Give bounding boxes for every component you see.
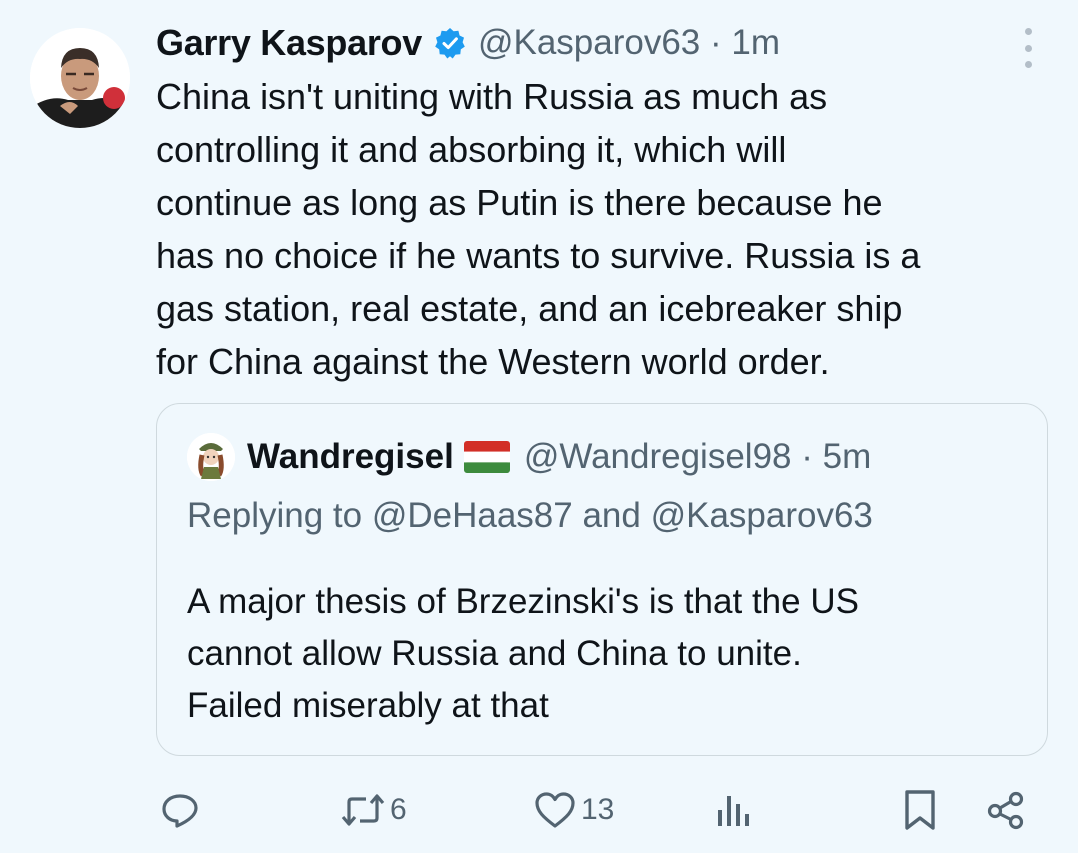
like-icon [535, 792, 575, 828]
reply-button[interactable] [160, 780, 204, 840]
share-icon [987, 791, 1024, 830]
views-icon [718, 796, 749, 826]
views-button[interactable] [715, 780, 755, 840]
tweet-header: Garry Kasparov @Kasparov63 · 1m [156, 20, 780, 66]
action-bar: 6 13 [0, 780, 1078, 840]
quote-author-handle[interactable]: @Wandregisel98 · 5m [524, 437, 871, 477]
hungary-flag-icon [463, 441, 510, 473]
share-button[interactable] [986, 780, 1026, 840]
quote-author-avatar[interactable] [187, 433, 235, 481]
like-button[interactable]: 13 [533, 780, 614, 840]
reply-icon [162, 794, 198, 828]
author-avatar-image [30, 28, 130, 128]
quote-header: Wandregisel @Wandregisel98 · 5m [247, 434, 871, 480]
tweet-text: China isn't uniting with Russia as much … [156, 76, 921, 382]
author-handle[interactable]: @Kasparov63 · 1m [478, 23, 780, 63]
retweet-button[interactable]: 6 [340, 780, 407, 840]
quoted-tweet[interactable]: Wandregisel @Wandregisel98 · 5m Replying… [156, 403, 1048, 756]
bookmark-button[interactable] [902, 780, 938, 840]
quote-author-name[interactable]: Wandregisel [247, 437, 454, 477]
bookmark-icon [905, 790, 935, 830]
author-name[interactable]: Garry Kasparov [156, 22, 422, 64]
quote-avatar-image [187, 433, 235, 481]
verified-icon [434, 27, 466, 59]
retweet-icon [341, 794, 385, 826]
more-icon[interactable] [1016, 28, 1040, 68]
author-avatar[interactable] [30, 28, 130, 128]
retweet-count: 6 [390, 793, 407, 826]
replying-to[interactable]: Replying to @DeHaas87 and @Kasparov63 [187, 496, 873, 536]
quote-text: A major thesis of Brzezinski's is that t… [187, 582, 859, 725]
like-count: 13 [581, 793, 615, 826]
